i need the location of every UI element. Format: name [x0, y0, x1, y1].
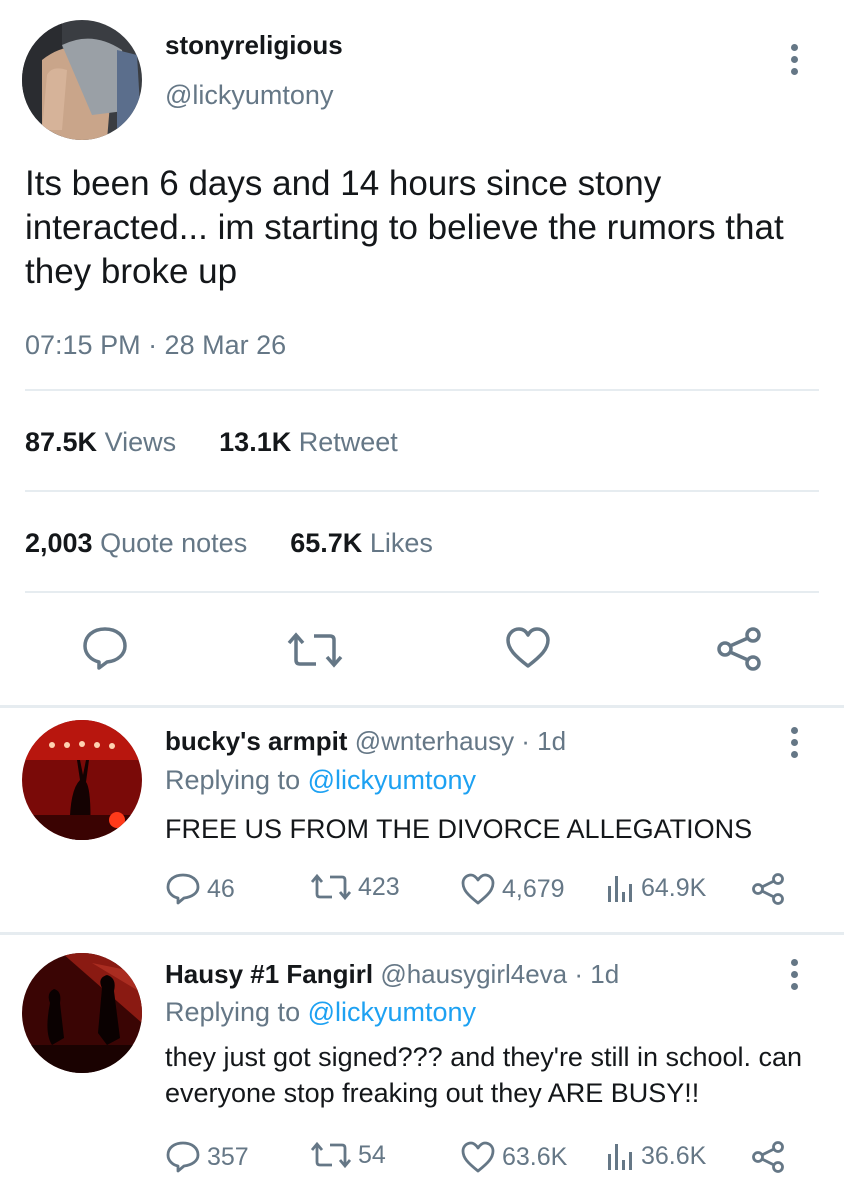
quotes-count[interactable]: 2,003	[25, 528, 93, 558]
heart-icon	[461, 1141, 495, 1173]
heart-icon[interactable]	[505, 626, 551, 670]
retweets-count[interactable]: 13.1K	[219, 427, 291, 457]
stats-row-quotes-likes: 2,003 Quote notes 65.7K Likes	[25, 528, 433, 559]
like-count: 4,679	[502, 874, 565, 903]
reply-icon	[166, 1141, 200, 1173]
share-button[interactable]	[750, 1140, 786, 1174]
reply-avatar[interactable]	[22, 720, 142, 840]
reply-text: they just got signed??? and they're stil…	[165, 1042, 803, 1108]
share-icon	[752, 1141, 784, 1173]
like-count: 63.6K	[502, 1142, 568, 1171]
section-divider	[0, 705, 844, 708]
reply-icon	[166, 873, 200, 905]
reply-count: 357	[207, 1142, 249, 1171]
reply-handle-time[interactable]: @wnterhausy · 1d	[355, 726, 566, 756]
heart-icon	[461, 873, 495, 905]
reply-action-bar: 357 54 63.6K 36.6K	[165, 1140, 805, 1180]
replying-to-link[interactable]: @lickyumtony	[308, 997, 476, 1027]
like-count-button[interactable]: 4,679	[460, 872, 565, 906]
reply-display-name[interactable]: Hausy #1 Fangirl	[165, 959, 373, 989]
stats-row-views-retweets: 87.5K Views 13.1K Retweet	[25, 427, 398, 458]
replying-to-line: Replying to @lickyumtony	[165, 997, 476, 1028]
reply-author-line: bucky's armpit @wnterhausy · 1d	[165, 726, 566, 757]
reply-count: 46	[207, 874, 235, 903]
like-count-button[interactable]: 63.6K	[460, 1140, 567, 1174]
reply-author-line: Hausy #1 Fangirl @hausygirl4eva · 1d	[165, 959, 619, 990]
share-icon[interactable]	[715, 626, 763, 672]
reply-handle-time[interactable]: @hausygirl4eva · 1d	[380, 959, 619, 989]
views-count-button[interactable]: 36.6K	[605, 1140, 706, 1172]
likes-label[interactable]: Likes	[370, 528, 433, 558]
reply-display-name[interactable]: bucky's armpit	[165, 726, 347, 756]
reply-text: FREE US FROM THE DIVORCE ALLEGATIONS	[165, 814, 753, 844]
reply-count-button[interactable]: 357	[165, 1140, 249, 1174]
likes-count[interactable]: 65.7K	[290, 528, 362, 558]
main-avatar[interactable]	[22, 20, 142, 140]
more-options-icon[interactable]	[789, 727, 799, 758]
section-divider	[0, 932, 844, 935]
views-count-button[interactable]: 64.9K	[605, 872, 706, 904]
divider	[25, 490, 819, 492]
retweet-icon[interactable]	[286, 630, 344, 670]
retweet-icon	[310, 873, 352, 901]
retweet-icon	[310, 1141, 352, 1169]
analytics-icon	[608, 1144, 632, 1170]
views-count: 36.6K	[641, 1141, 707, 1170]
share-button[interactable]	[750, 872, 786, 906]
author-handle[interactable]: @lickyumtony	[165, 80, 333, 111]
replying-label: Replying to	[165, 997, 301, 1027]
divider	[25, 591, 819, 593]
divider	[25, 389, 819, 391]
reply-avatar[interactable]	[22, 953, 142, 1073]
share-icon	[752, 873, 784, 905]
views-count[interactable]: 87.5K	[25, 427, 97, 457]
views-label[interactable]: Views	[105, 427, 177, 457]
replying-to-line: Replying to @lickyumtony	[165, 765, 476, 796]
retweet-count: 423	[358, 872, 400, 901]
quotes-label[interactable]: Quote notes	[100, 528, 247, 558]
more-options-icon[interactable]	[789, 44, 799, 75]
views-count: 64.9K	[641, 873, 707, 902]
replying-to-link[interactable]: @lickyumtony	[308, 765, 476, 795]
author-display-name[interactable]: stonyreligious	[165, 30, 343, 61]
replying-label: Replying to	[165, 765, 301, 795]
retweet-count-button[interactable]: 54	[310, 1140, 386, 1170]
retweet-count: 54	[358, 1140, 386, 1169]
tweet-text: Its been 6 days and 14 hours since stony…	[25, 164, 784, 291]
more-options-icon[interactable]	[789, 959, 799, 990]
retweet-count-button[interactable]: 423	[310, 872, 400, 902]
retweets-label[interactable]: Retweet	[299, 427, 398, 457]
tweet-timestamp[interactable]: 07:15 PM · 28 Mar 26	[25, 330, 286, 361]
analytics-icon	[608, 876, 632, 902]
reply-icon[interactable]	[80, 625, 130, 671]
reply-count-button[interactable]: 46	[165, 872, 235, 906]
reply-action-bar: 46 423 4,679 64.9K	[165, 872, 805, 912]
